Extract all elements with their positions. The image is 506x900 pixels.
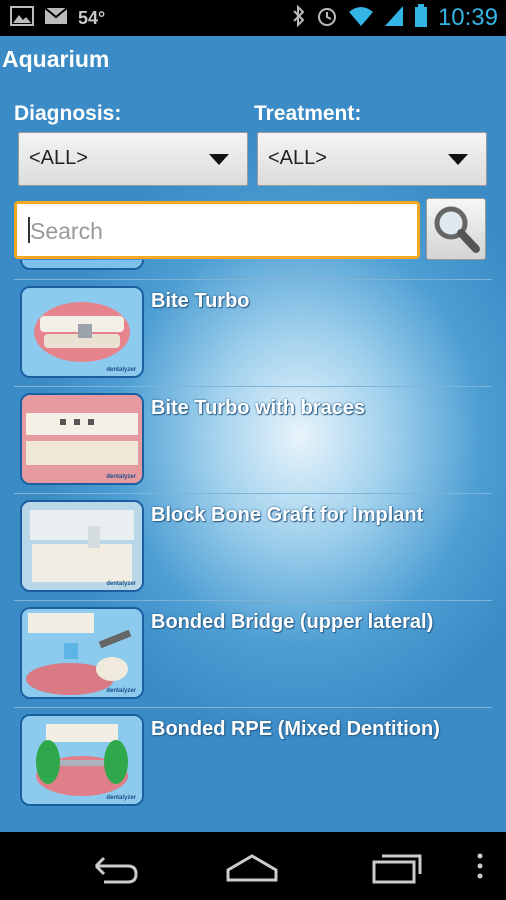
thumbnail-image: dentalyzer — [20, 607, 144, 699]
thumbnail-image: dentalyzer — [20, 393, 144, 485]
list-item-title: Block Bone Graft for Implant — [151, 504, 424, 526]
recent-apps-button[interactable] — [366, 846, 426, 886]
signal-icon — [384, 5, 404, 32]
treatment-dropdown-value: <ALL> — [268, 147, 327, 169]
app-title: Aquarium — [2, 46, 110, 72]
picture-icon — [10, 5, 34, 31]
thumbnail-image: dentalyzer — [20, 286, 144, 378]
overflow-menu-button[interactable] — [470, 846, 490, 886]
bluetooth-icon — [292, 4, 306, 32]
gmail-icon — [44, 6, 68, 31]
recent-apps-icon — [366, 854, 426, 890]
status-bar: 54° 10:39 — [0, 0, 506, 36]
temperature-text: 54° — [78, 7, 106, 28]
list-item[interactable]: dentalyzer Bite Turbo — [14, 279, 492, 387]
list-item-title: Bite Turbo with braces — [151, 397, 366, 419]
back-icon — [82, 856, 142, 890]
diagnosis-dropdown-value: <ALL> — [29, 147, 88, 169]
search-placeholder: Search — [30, 218, 103, 244]
search-input[interactable]: Search — [14, 201, 420, 259]
thumbnail-image: dentalyzer — [20, 714, 144, 806]
treatment-dropdown[interactable]: <ALL> — [257, 132, 487, 186]
diagnosis-label: Diagnosis: — [14, 102, 122, 125]
thumbnail-image: dentalyzer — [20, 500, 144, 592]
list-item-title: Bonded Bridge (upper lateral) — [151, 611, 434, 633]
list-item[interactable]: dentalyzer Bite Turbo with braces — [14, 386, 492, 494]
list-item-title: Bonded RPE (Mixed Dentition) — [151, 718, 440, 740]
treatment-label: Treatment: — [254, 102, 362, 125]
back-button[interactable] — [82, 846, 142, 886]
list-item[interactable]: dentalyzer Block Bone Graft for Implant — [14, 493, 492, 601]
partial-list-item[interactable] — [20, 260, 144, 270]
list-item[interactable]: dentalyzer Bonded RPE (Mixed Dentition) — [14, 707, 492, 815]
wifi-icon — [348, 5, 374, 32]
list-item-title: Bite Turbo — [151, 290, 250, 312]
navigation-bar — [0, 832, 506, 900]
home-button[interactable] — [222, 846, 282, 886]
list-item[interactable]: dentalyzer Bonded Bridge (upper lateral) — [14, 600, 492, 708]
home-icon — [222, 854, 282, 890]
diagnosis-dropdown[interactable]: <ALL> — [18, 132, 248, 186]
clock: 10:39 — [437, 4, 498, 31]
dropdown-arrow-icon — [448, 154, 468, 165]
alarm-icon — [316, 5, 338, 32]
battery-icon — [414, 3, 428, 33]
search-button[interactable] — [426, 198, 486, 260]
overflow-menu-icon — [470, 853, 490, 890]
app-content: Aquarium Diagnosis: Treatment: <ALL> <AL… — [0, 36, 506, 832]
dropdown-arrow-icon — [209, 154, 229, 165]
treatment-list: dentalyzer Bite Turbo dentalyzer Bite Tu… — [14, 260, 492, 832]
